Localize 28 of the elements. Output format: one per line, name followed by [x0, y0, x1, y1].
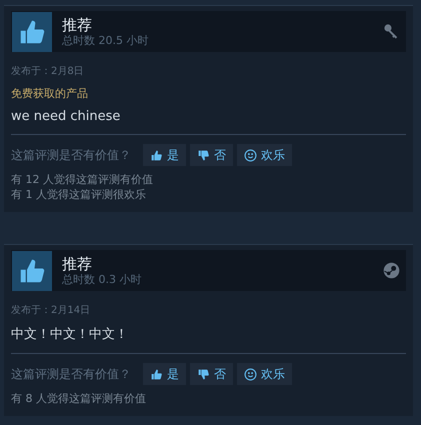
- vote-button[interactable]: 否: [190, 144, 233, 166]
- posted-date: 发布于：2月8日: [11, 65, 85, 78]
- posted-date: 发布于：2月14日: [11, 304, 92, 317]
- vote-button[interactable]: 是: [143, 363, 186, 385]
- key-icon: [383, 23, 400, 40]
- thumbs-up-icon: [150, 368, 163, 380]
- play-hours: 总时数 20.5 小时: [62, 34, 148, 48]
- thumbs-down-icon: [197, 368, 210, 380]
- thumbs-up-icon: [150, 148, 163, 162]
- vote-button[interactable]: 欢乐: [237, 363, 292, 385]
- helpful-question: 这篇评测是否有价值？: [11, 146, 131, 164]
- review-verdict: 推荐: [62, 16, 92, 34]
- play-hours: 总时数 0.3 小时: [62, 272, 142, 286]
- vote-stat: 有 1 人觉得这篇评测很欢乐: [11, 187, 147, 202]
- helpful-question: 这篇评测是否有价值？: [11, 366, 131, 382]
- vote-stat: 有 12 人觉得这篇评测有价值: [11, 172, 154, 187]
- vote-stat: 有 8 人觉得这篇评测有价值: [11, 391, 147, 406]
- source-label: 免费获取的产品: [11, 86, 89, 101]
- thumbs-down-icon: [197, 148, 210, 162]
- vote-button[interactable]: 否: [190, 363, 233, 385]
- review-text: we need chinese: [11, 109, 406, 135]
- vote-button[interactable]: 欢乐: [237, 144, 292, 166]
- smiley-icon: [244, 368, 257, 380]
- vote-button[interactable]: 是: [143, 144, 186, 166]
- review-verdict: 推荐: [62, 254, 92, 272]
- review-text: 中文！中文！中文！: [11, 325, 406, 354]
- smiley-icon: [244, 148, 257, 162]
- steam-icon: [383, 262, 400, 279]
